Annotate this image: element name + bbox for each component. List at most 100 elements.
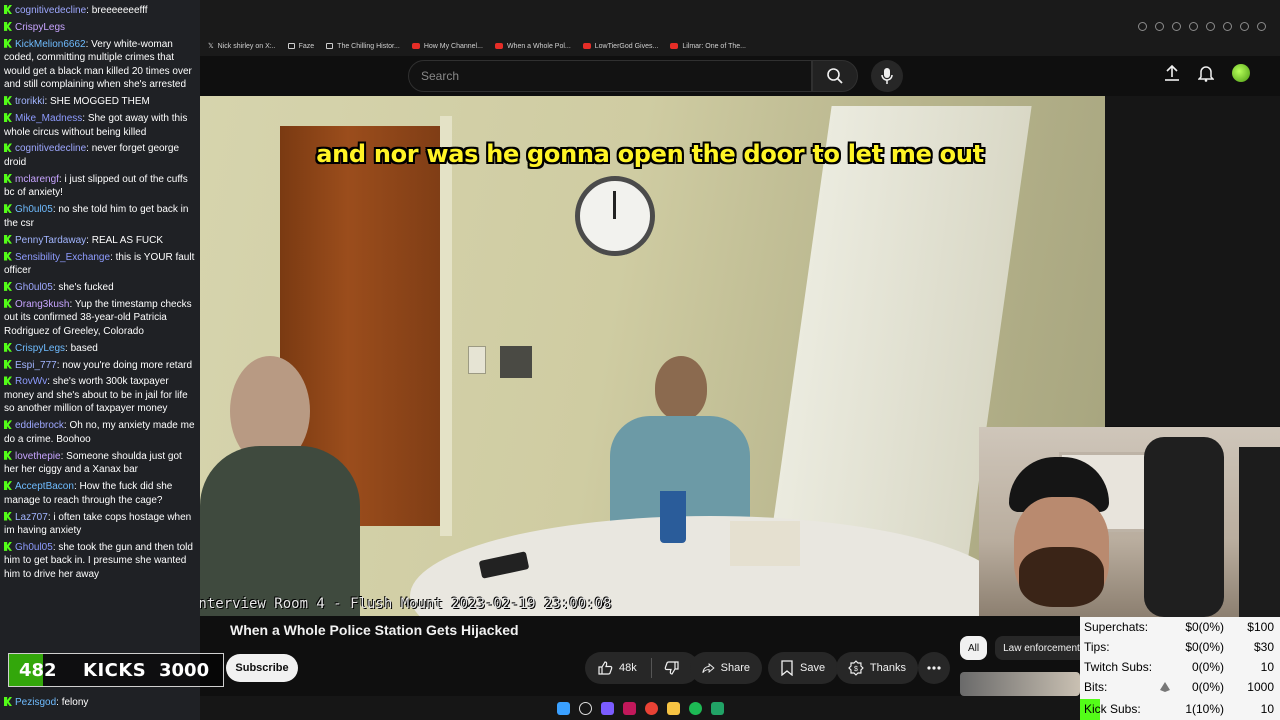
chat-username[interactable]: Gh0ul05 bbox=[15, 204, 53, 215]
notifications-icon[interactable] bbox=[1198, 64, 1214, 82]
video-tissue-box bbox=[730, 521, 800, 566]
chat-message: Mike_Madness: She got away with this who… bbox=[4, 113, 188, 138]
bookmark-item[interactable]: Faze bbox=[287, 43, 314, 50]
kick-badge-icon bbox=[4, 481, 12, 491]
chat-message: PennyTardaway: REAL AS FUCK bbox=[4, 234, 196, 248]
chat-username[interactable]: CrispyLegs bbox=[15, 22, 65, 33]
like-dislike-group: 48k bbox=[585, 652, 699, 684]
youtube-icon bbox=[411, 43, 420, 49]
kicks-goal-bar: 482 KICKS 3000 bbox=[8, 653, 224, 687]
chat-username[interactable]: Laz707 bbox=[15, 512, 48, 523]
kicks-current: 482 bbox=[19, 660, 57, 681]
dislike-icon[interactable] bbox=[664, 660, 680, 676]
file-explorer-icon[interactable] bbox=[666, 701, 680, 715]
chat-username[interactable]: mclarengf bbox=[15, 174, 59, 185]
chip-law-enforcement[interactable]: Law enforcement bbox=[995, 636, 1088, 660]
bookmark-item[interactable]: When a Whole Pol... bbox=[494, 43, 571, 50]
extension-icon[interactable] bbox=[1155, 22, 1164, 31]
chrome-icon[interactable] bbox=[644, 701, 658, 715]
search-input[interactable]: Search bbox=[408, 60, 812, 92]
chat-username[interactable]: eddiebrock bbox=[15, 420, 64, 431]
chat-username[interactable]: Orang3kush bbox=[15, 299, 69, 310]
extension-icons[interactable] bbox=[1138, 22, 1266, 31]
save-button[interactable]: Save bbox=[768, 652, 838, 684]
search-button[interactable] bbox=[812, 60, 858, 92]
chat-message: trorikki: SHE MOGGED THEM bbox=[4, 95, 196, 109]
video-wall-box bbox=[500, 346, 532, 378]
video-player[interactable]: and nor was he gonna open the door to le… bbox=[200, 96, 1105, 616]
video-wall-plate bbox=[468, 346, 486, 374]
chat-username[interactable]: Mike_Madness bbox=[15, 113, 82, 124]
search-icon bbox=[827, 68, 843, 84]
search-icon[interactable] bbox=[578, 701, 592, 715]
extension-icon[interactable] bbox=[1189, 22, 1198, 31]
chip-all[interactable]: All bbox=[960, 636, 988, 660]
share-icon bbox=[702, 663, 715, 674]
subscribe-button[interactable]: Subscribe bbox=[226, 654, 298, 682]
avatar[interactable] bbox=[1232, 64, 1250, 82]
chat-username[interactable]: Sensibility_Exchange bbox=[15, 252, 110, 263]
extension-icon[interactable] bbox=[1206, 22, 1215, 31]
thanks-button[interactable]: $ Thanks bbox=[836, 652, 918, 684]
chat-username[interactable]: AcceptBacon bbox=[15, 481, 74, 492]
discord-icon[interactable] bbox=[600, 701, 614, 715]
chat-message: Orang3kush: Yup the timestamp checks out… bbox=[4, 298, 192, 337]
chat-username[interactable]: RovWv bbox=[15, 376, 47, 387]
windows-start-icon[interactable] bbox=[556, 701, 570, 715]
folder-icon bbox=[326, 43, 334, 49]
video-title: When a Whole Police Station Gets Hijacke… bbox=[230, 622, 519, 638]
share-button[interactable]: Share bbox=[690, 652, 762, 684]
chat-username[interactable]: Gh0ul05 bbox=[15, 282, 53, 293]
kick-badge-icon bbox=[4, 38, 12, 48]
browser-toolbar bbox=[200, 0, 1280, 36]
chat-username[interactable]: PennyTardaway bbox=[15, 235, 86, 246]
chat-username[interactable]: cognitivedecline bbox=[15, 143, 86, 154]
youtube-header: Search bbox=[200, 56, 1280, 96]
bookmark-item[interactable]: How My Channel... bbox=[411, 43, 483, 50]
stat-row-tips: Tips: $0(0%) $30 bbox=[1084, 640, 1274, 654]
app-icon[interactable] bbox=[622, 701, 636, 715]
chat-username[interactable]: cognitivedecline bbox=[15, 5, 86, 16]
bookmark-item[interactable]: Lilmar: One of The... bbox=[670, 43, 746, 50]
chat-text: breeeeeeefff bbox=[91, 5, 148, 16]
bookmark-item[interactable]: 𝕏 Nick shirley on X:.. bbox=[208, 42, 276, 51]
kicks-label: KICKS bbox=[83, 660, 147, 681]
chat-text: she's fucked bbox=[58, 281, 114, 293]
spotify-icon[interactable] bbox=[688, 701, 702, 715]
folder-icon bbox=[287, 43, 295, 49]
chat-username[interactable]: Gh0ul05 bbox=[15, 542, 53, 553]
related-video-thumbnail[interactable] bbox=[960, 672, 1080, 696]
stat-row-superchats: Superchats: $0(0%) $100 bbox=[1084, 620, 1274, 634]
stat-row-twitch-subs: Twitch Subs: 0(0%) 10 bbox=[1084, 660, 1274, 674]
chat-username[interactable]: trorikki bbox=[15, 96, 44, 107]
chat-message: cognitivedecline: never forget george dr… bbox=[4, 143, 180, 168]
chat-message: Gh0ul05: no she told him to get back in … bbox=[4, 204, 189, 229]
video-cup bbox=[660, 491, 686, 543]
webcam-overlay bbox=[979, 427, 1280, 617]
extension-icon[interactable] bbox=[1223, 22, 1232, 31]
chat-message-latest: Pezisgod: felony bbox=[4, 697, 88, 708]
like-icon[interactable] bbox=[597, 660, 613, 676]
voice-search-button[interactable] bbox=[871, 60, 903, 92]
bookmark-item[interactable]: LowTierGod Gives... bbox=[582, 43, 658, 50]
chat-username[interactable]: Espi_777 bbox=[15, 360, 57, 371]
chat-text: now you're doing more retard bbox=[62, 359, 193, 371]
extension-icon[interactable] bbox=[1257, 22, 1266, 31]
extension-icon[interactable] bbox=[1138, 22, 1147, 31]
extension-icon[interactable] bbox=[1172, 22, 1181, 31]
chat-username[interactable]: KickMelion6662 bbox=[15, 39, 86, 50]
more-actions-button[interactable] bbox=[918, 652, 950, 684]
kick-badge-icon bbox=[4, 541, 12, 551]
chat-message: CrispyLegs bbox=[4, 21, 196, 35]
upload-icon[interactable] bbox=[1164, 64, 1180, 82]
kick-badge-icon bbox=[4, 359, 12, 369]
divider bbox=[650, 658, 652, 678]
video-clock bbox=[575, 176, 655, 256]
donation-stats: Superchats: $0(0%) $100 Tips: $0(0%) $30… bbox=[1080, 617, 1280, 720]
chat-username[interactable]: lovethepie bbox=[15, 451, 61, 462]
extension-icon[interactable] bbox=[1240, 22, 1249, 31]
chat-username[interactable]: CrispyLegs bbox=[15, 343, 65, 354]
xbox-icon[interactable] bbox=[710, 701, 724, 715]
chat-message: mclarengf: i just slipped out of the cuf… bbox=[4, 173, 188, 199]
bookmark-item[interactable]: The Chilling Histor... bbox=[326, 43, 400, 50]
